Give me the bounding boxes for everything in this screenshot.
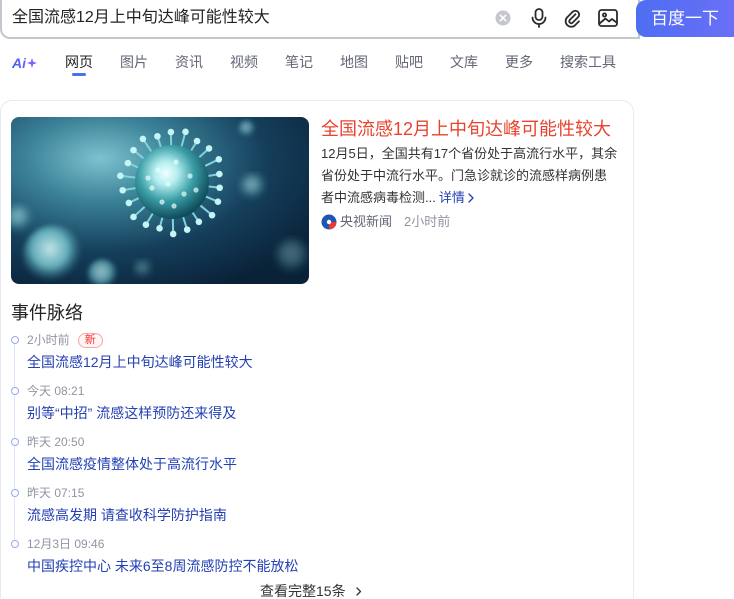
timeline-item-title[interactable]: 别等“中招” 流感这样预防还来得及: [27, 403, 236, 423]
virus-spike-head: [196, 218, 203, 225]
virus-surface-bump: [181, 191, 186, 196]
timeline-item-title[interactable]: 全国流感疫情整体处于高流行水平: [27, 454, 237, 474]
search-input[interactable]: 全国流感12月上中旬达峰可能性较大: [12, 7, 270, 29]
tab-tieba[interactable]: 贴吧: [395, 53, 423, 71]
tab-videos[interactable]: 视频: [230, 53, 258, 71]
search-tabs: 网页 图片 资讯 视频 笔记 地图 贴吧 文库 更多 搜索工具: [65, 53, 616, 71]
timeline-time: 昨天 20:50: [27, 433, 84, 451]
image-search-icon[interactable]: [598, 9, 618, 27]
timeline-node: [11, 438, 19, 446]
news-time: 2小时前: [404, 213, 450, 231]
news-event-card: 全国流感12月上中旬达峰可能性较大 12月5日，全国共有17个省份处于高流行水平…: [0, 100, 634, 598]
virus-surface-bump: [165, 181, 170, 186]
new-badge: 新: [78, 333, 103, 348]
detail-link[interactable]: 详情: [439, 190, 465, 205]
tab-notes[interactable]: 笔记: [285, 53, 313, 71]
virus-spike-head: [130, 147, 137, 154]
tab-maps[interactable]: 地图: [340, 53, 368, 71]
blurred-virus: [238, 120, 256, 138]
chevron-right-icon[interactable]: [468, 193, 474, 203]
search-button[interactable]: 百度一下: [636, 0, 734, 37]
virus-spike-head: [215, 198, 222, 205]
virus-spike-head: [206, 145, 213, 152]
virus-surface-bump: [193, 187, 198, 192]
virus-spike-head: [216, 171, 223, 178]
timeline-item: 昨天 20:50 全国流感疫情整体处于高流行水平: [1, 433, 601, 479]
clear-icon[interactable]: [495, 10, 511, 26]
blurred-virus: [134, 260, 152, 278]
tab-news[interactable]: 资讯: [175, 53, 203, 71]
timeline-heading: 事件脉络: [11, 302, 83, 324]
virus-surface-bump: [171, 203, 176, 208]
virus-photo-icon: [11, 117, 309, 284]
news-thumbnail[interactable]: [11, 117, 309, 284]
timeline-time: 12月3日 09:46: [27, 535, 104, 553]
virus-spike-head: [184, 226, 191, 233]
tab-more[interactable]: 更多: [505, 53, 533, 71]
virus-spike-head: [154, 133, 161, 140]
virus-spike-head: [170, 231, 177, 238]
timeline-time: 2小时前: [27, 331, 70, 349]
timeline-item: 今天 08:21 别等“中招” 流感这样预防还来得及: [1, 382, 601, 428]
timeline-item-title[interactable]: 全国流感12月上中旬达峰可能性较大: [27, 352, 253, 372]
virus-spike-head: [156, 225, 163, 232]
virus-spike-head: [140, 136, 147, 143]
blurred-virus: [240, 174, 266, 200]
blurred-virus: [23, 225, 83, 284]
virus-spike-head: [130, 214, 137, 221]
virus-spike-head: [126, 200, 133, 207]
timeline-time: 昨天 07:15: [27, 484, 84, 502]
virus-surface-bump: [145, 175, 150, 180]
news-source-row: 央视新闻 2小时前: [321, 213, 450, 231]
timeline-item-title[interactable]: 中国疾控中心 未来6至8周流感防控不能放松: [27, 556, 298, 576]
chevron-right-icon: [356, 587, 362, 596]
virus-spike-head: [125, 160, 132, 167]
timeline-time: 今天 08:21: [27, 382, 84, 400]
timeline-item: 2小时前 新 全国流感12月上中旬达峰可能性较大: [1, 331, 601, 377]
virus-spike-head: [168, 129, 175, 136]
timeline-node: [11, 387, 19, 395]
view-all-button[interactable]: 查看完整15条: [260, 585, 362, 598]
tab-wenku[interactable]: 文库: [450, 53, 478, 71]
virus-surface-bump: [173, 159, 178, 164]
virus-surface-bump: [149, 185, 154, 190]
timeline-item: 昨天 07:15 流感高发期 请查收科学防护指南: [1, 484, 601, 530]
virus-spike-head: [194, 138, 201, 145]
virus-spike-head: [143, 221, 150, 228]
news-title-link[interactable]: 全国流感12月上中旬达峰可能性较大: [321, 117, 611, 141]
ai-logo-text: Ai: [12, 54, 26, 72]
timeline-node: [11, 540, 19, 548]
virus-spike-head: [119, 187, 126, 194]
view-all-label: 查看完整15条: [260, 585, 346, 598]
timeline-item: 12月3日 09:46 中国疾控中心 未来6至8周流感防控不能放松: [1, 535, 601, 581]
timeline-node: [11, 489, 19, 497]
virus-spike-head: [216, 184, 223, 191]
virus-spike-head: [117, 172, 124, 179]
timeline-item-title[interactable]: 流感高发期 请查收科学防护指南: [27, 505, 227, 525]
virus-spike-head: [209, 212, 216, 219]
virus-spike-head: [215, 156, 222, 163]
cctv-news-logo-icon: [321, 214, 337, 230]
virus-body: [135, 145, 209, 219]
ai-logo[interactable]: Ai: [12, 54, 37, 72]
sparkle-icon: [27, 58, 37, 68]
tab-images[interactable]: 图片: [120, 53, 148, 71]
virus-surface-bump: [187, 173, 192, 178]
search-box[interactable]: 全国流感12月上中旬达峰可能性较大: [0, 0, 640, 39]
timeline-node: [11, 336, 19, 344]
paperclip-icon[interactable]: [563, 8, 581, 28]
virus-surface-bump: [159, 199, 164, 204]
news-source[interactable]: 央视新闻: [340, 213, 392, 231]
microphone-icon[interactable]: [530, 8, 548, 28]
tab-web[interactable]: 网页: [65, 53, 93, 71]
news-description: 12月5日，全国共有17个省份处于高流行水平，其余省份处于中流行水平。门急诊就诊…: [321, 143, 619, 209]
virus-surface-bump: [155, 167, 160, 172]
tab-search-tools[interactable]: 搜索工具: [560, 53, 616, 71]
virus-spike-head: [182, 128, 189, 135]
